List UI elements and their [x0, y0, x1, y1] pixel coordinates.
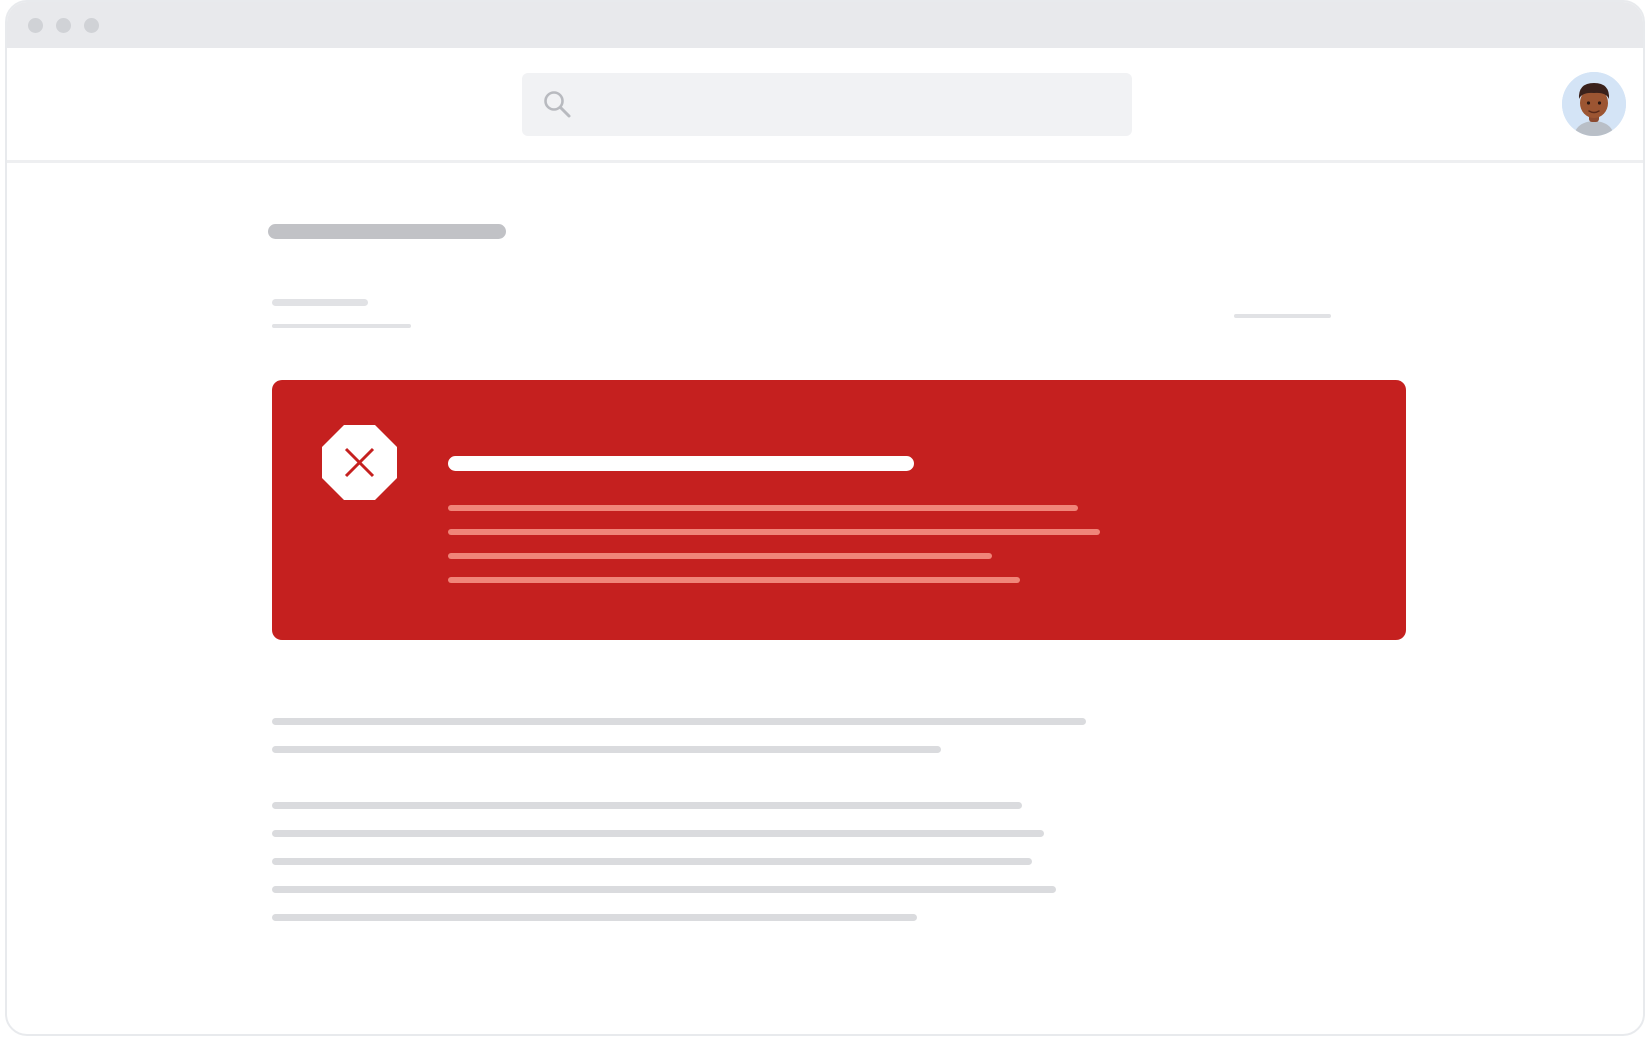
error-body-line	[448, 577, 1020, 583]
error-title	[448, 456, 914, 471]
error-body-line	[448, 553, 992, 559]
window-minimize-button[interactable]	[56, 18, 71, 33]
meta-sublabel	[272, 324, 411, 328]
search-icon	[544, 91, 571, 118]
error-body-line	[448, 529, 1100, 535]
browser-window	[5, 0, 1645, 1036]
search-input[interactable]	[522, 73, 526, 77]
error-stop-icon	[322, 425, 397, 500]
error-banner	[272, 380, 1406, 640]
user-avatar[interactable]	[1562, 72, 1626, 136]
paragraph-line	[272, 830, 1044, 837]
window-maximize-button[interactable]	[84, 18, 99, 33]
paragraph-line	[272, 886, 1056, 893]
paragraph-line	[272, 858, 1032, 865]
window-titlebar	[7, 2, 1643, 48]
search-bar[interactable]	[522, 73, 1132, 136]
paragraph-line	[272, 718, 1086, 725]
avatar-icon	[1562, 72, 1626, 136]
meta-right-link[interactable]	[1234, 314, 1331, 318]
error-body-line	[448, 505, 1078, 511]
window-close-button[interactable]	[28, 18, 43, 33]
app-header	[7, 48, 1643, 163]
paragraph-line	[272, 746, 941, 753]
paragraph-line	[272, 914, 917, 921]
meta-label	[272, 299, 368, 306]
page-title	[268, 224, 506, 239]
paragraph-line	[272, 802, 1022, 809]
